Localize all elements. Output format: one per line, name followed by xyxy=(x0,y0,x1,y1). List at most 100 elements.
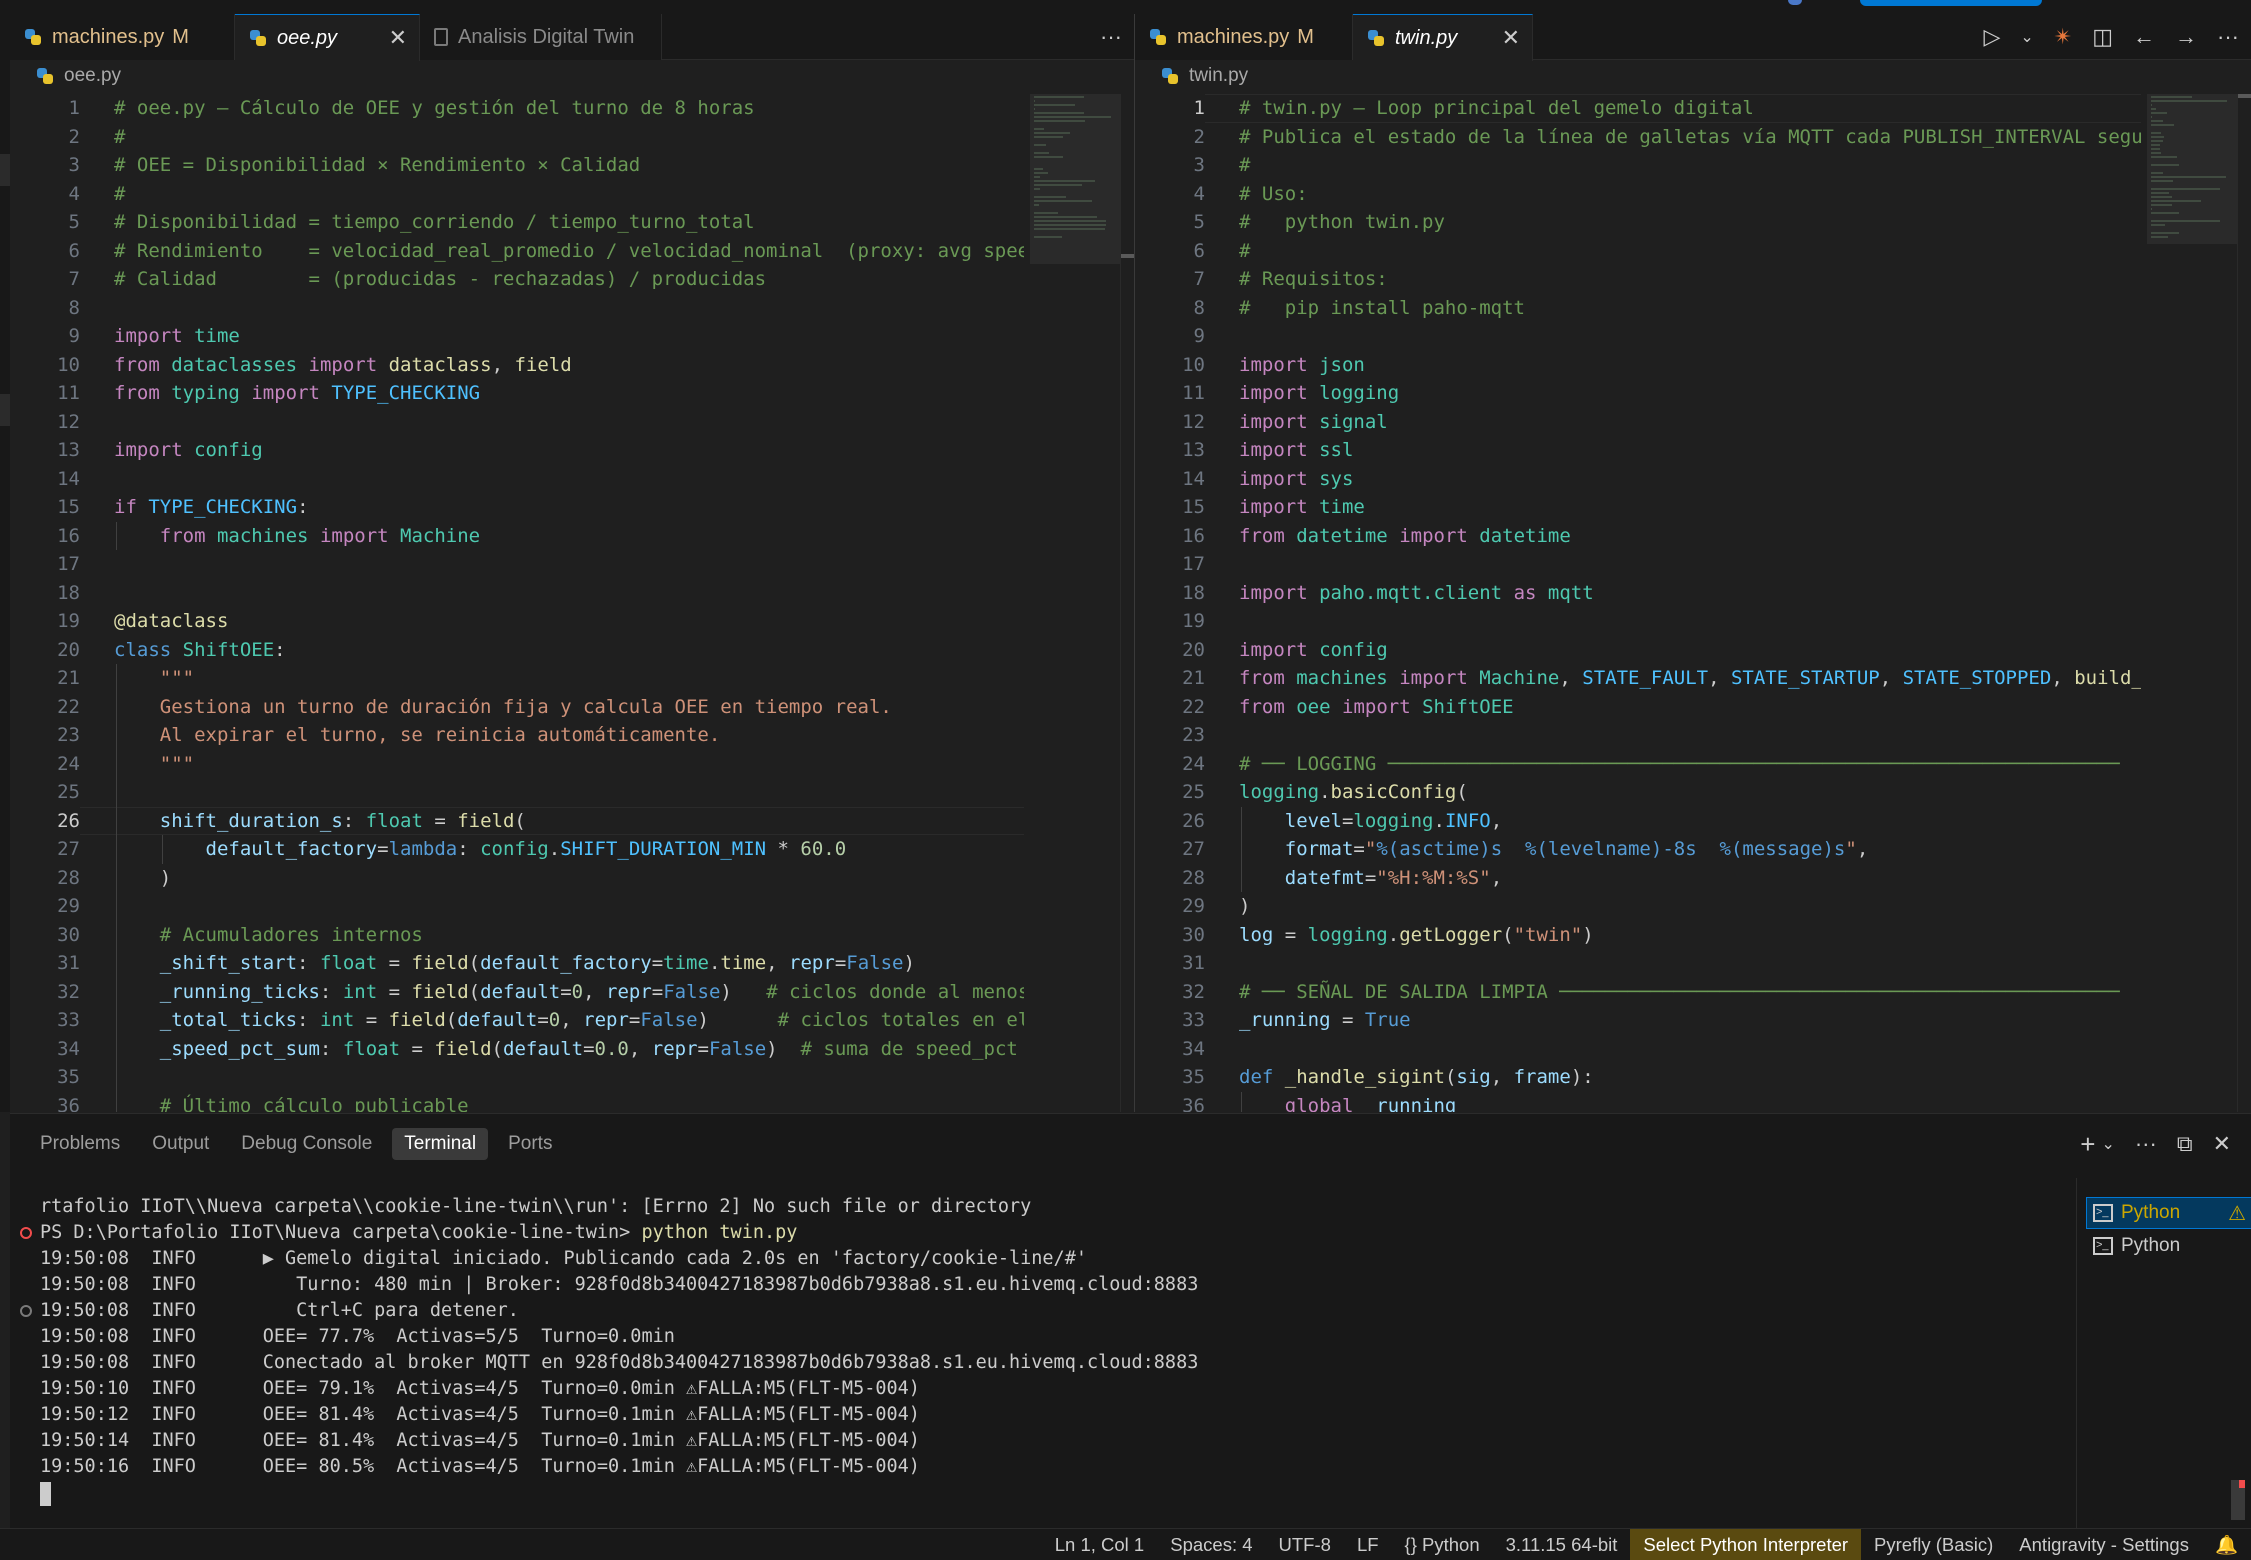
code-line[interactable]: # xyxy=(1239,237,1250,266)
code-line[interactable]: # Publica el estado de la línea de galle… xyxy=(1239,123,2141,152)
more-actions-icon[interactable]: ··· xyxy=(2135,1131,2157,1157)
code-line[interactable]: import time xyxy=(114,322,240,351)
terminal-scrollbar[interactable] xyxy=(2231,1480,2245,1520)
code-line[interactable]: # OEE = Disponibilidad × Rendimiento × C… xyxy=(114,151,640,180)
code-line[interactable]: _total_ticks: int = field(default=0, rep… xyxy=(114,1006,1024,1035)
code-line[interactable]: ) xyxy=(114,864,171,893)
more-actions-icon[interactable]: ··· xyxy=(1100,24,1122,50)
tab-twin-py[interactable]: twin.py ✕ xyxy=(1353,14,1533,61)
code-line[interactable]: global _running xyxy=(1239,1092,1457,1113)
tab-machines-py[interactable]: machines.py M xyxy=(1135,14,1353,60)
more-actions-icon[interactable]: ··· xyxy=(2217,24,2239,50)
terminal-dropdown-icon[interactable]: ⌄ xyxy=(2101,1134,2114,1154)
code-line[interactable]: # python twin.py xyxy=(1239,208,1445,237)
code-line[interactable]: _running_ticks: int = field(default=0, r… xyxy=(114,978,1024,1007)
code-line[interactable]: _speed_pct_sum: float = field(default=0.… xyxy=(114,1035,1018,1064)
code-line[interactable]: import config xyxy=(114,436,263,465)
code-line[interactable]: # ── LOGGING ───────────────────────────… xyxy=(1239,750,2120,779)
code-line[interactable]: # Requisitos: xyxy=(1239,265,1388,294)
code-lines[interactable]: # twin.py — Loop principal del gemelo di… xyxy=(1239,94,2141,1112)
run-dropdown-icon[interactable]: ⌄ xyxy=(2020,27,2033,47)
terminal-item-python[interactable]: >_ Python xyxy=(2087,1231,2251,1261)
antigravity-icon[interactable]: ✴ xyxy=(2054,24,2072,50)
encoding[interactable]: UTF-8 xyxy=(1266,1529,1344,1560)
scrollbar-thumb[interactable] xyxy=(1121,254,1134,258)
code-lines[interactable]: # oee.py — Cálculo de OEE y gestión del … xyxy=(114,94,1024,1112)
command-decoration-icon[interactable] xyxy=(20,1305,32,1317)
antigravity-settings[interactable]: Antigravity - Settings xyxy=(2006,1529,2202,1560)
account-icon[interactable] xyxy=(1788,0,1802,5)
code-line[interactable]: # ── SEÑAL DE SALIDA LIMPIA ────────────… xyxy=(1239,978,2120,1007)
code-line[interactable]: from oee import ShiftOEE xyxy=(1239,693,1514,722)
code-editor-oee[interactable]: 1 2 3 4 5 6 7 8 9 10 11 12 13 14 15 16 17 18 19 20 21 22 23 24 2… xyxy=(10,94,1134,1112)
code-line[interactable]: import paho.mqtt.client as mqtt xyxy=(1239,579,1594,608)
select-interpreter-button[interactable]: Select Python Interpreter xyxy=(1630,1528,1862,1560)
code-line[interactable]: # xyxy=(1239,151,1250,180)
breadcrumb-file[interactable]: oee.py xyxy=(64,65,121,87)
breadcrumb-file[interactable]: twin.py xyxy=(1189,65,1248,87)
code-line[interactable]: log = logging.getLogger("twin") xyxy=(1239,921,1594,950)
code-line[interactable]: from typing import TYPE_CHECKING xyxy=(114,379,480,408)
tab-ports[interactable]: Ports xyxy=(496,1128,564,1160)
terminal-output[interactable]: rtafolio IIoT\\Nueva carpeta\\cookie-lin… xyxy=(10,1194,2076,1524)
code-line[interactable]: Gestiona un turno de duración fija y cal… xyxy=(114,693,892,722)
code-line[interactable]: import json xyxy=(1239,351,1365,380)
code-line[interactable]: # xyxy=(114,180,125,209)
code-line[interactable]: class ShiftOEE: xyxy=(114,636,286,665)
tab-terminal[interactable]: Terminal xyxy=(392,1128,489,1160)
code-line[interactable]: _running = True xyxy=(1239,1006,1411,1035)
code-line[interactable]: """ xyxy=(114,664,194,693)
language-mode[interactable]: {} Python xyxy=(1392,1529,1493,1560)
code-line[interactable]: # xyxy=(114,123,125,152)
code-line[interactable]: # Acumuladores internos xyxy=(114,921,423,950)
maximize-panel-icon[interactable]: ⧉ xyxy=(2177,1131,2193,1157)
tab-debug-console[interactable]: Debug Console xyxy=(229,1128,384,1160)
close-icon[interactable]: ✕ xyxy=(389,25,407,51)
python-version[interactable]: 3.11.15 64-bit xyxy=(1493,1529,1631,1560)
close-panel-icon[interactable]: ✕ xyxy=(2213,1131,2231,1157)
code-line[interactable]: import time xyxy=(1239,493,1365,522)
code-line[interactable]: # twin.py — Loop principal del gemelo di… xyxy=(1239,94,1754,123)
new-terminal-icon[interactable]: + xyxy=(2080,1129,2095,1160)
code-editor-twin[interactable]: 1 2 3 4 5 6 7 8 9 10 11 12 13 14 15 16 17 18 19 20 21 22 23 24 2… xyxy=(1135,94,2251,1112)
code-line[interactable]: import logging xyxy=(1239,379,1399,408)
code-line[interactable]: from machines import Machine, STATE_FAUL… xyxy=(1239,664,2141,693)
close-icon[interactable]: ✕ xyxy=(1502,25,1520,51)
code-line[interactable]: # oee.py — Cálculo de OEE y gestión del … xyxy=(114,94,755,123)
vertical-scrollbar[interactable] xyxy=(1120,94,1134,1112)
tab-machines-py[interactable]: machines.py M xyxy=(10,14,235,60)
vertical-scrollbar[interactable] xyxy=(2237,94,2251,1112)
cursor-position[interactable]: Ln 1, Col 1 xyxy=(1042,1529,1157,1560)
code-line[interactable]: logging.basicConfig( xyxy=(1239,778,1468,807)
forward-icon[interactable]: → xyxy=(2175,24,2197,50)
minimap[interactable] xyxy=(2147,94,2237,1112)
code-line[interactable]: ) xyxy=(1239,892,1250,921)
back-icon[interactable]: ← xyxy=(2133,24,2155,50)
terminal-item-python[interactable]: >_ Python ⚠ xyxy=(2086,1197,2251,1229)
code-line[interactable]: # Disponibilidad = tiempo_corriendo / ti… xyxy=(114,208,755,237)
scrollbar-thumb[interactable] xyxy=(2238,94,2251,98)
code-line[interactable]: from machines import Machine xyxy=(114,522,480,551)
code-line[interactable]: # Calidad = (producidas - rechazadas) / … xyxy=(114,265,766,294)
tab-oee-py[interactable]: oee.py ✕ xyxy=(235,14,420,61)
code-line[interactable]: Al expirar el turno, se reinicia automát… xyxy=(114,721,721,750)
code-line[interactable]: @dataclass xyxy=(114,607,228,636)
tab-output[interactable]: Output xyxy=(140,1128,221,1160)
code-line[interactable]: if TYPE_CHECKING: xyxy=(114,493,309,522)
code-line[interactable]: import config xyxy=(1239,636,1388,665)
code-line[interactable]: import ssl xyxy=(1239,436,1353,465)
code-line[interactable]: from dataclasses import dataclass, field xyxy=(114,351,572,380)
code-line[interactable]: def _handle_sigint(sig, frame): xyxy=(1239,1063,1594,1092)
code-line[interactable]: """ xyxy=(114,750,194,779)
line-ending[interactable]: LF xyxy=(1344,1529,1392,1560)
code-line[interactable]: import sys xyxy=(1239,465,1353,494)
code-line[interactable]: from datetime import datetime xyxy=(1239,522,1571,551)
title-bar-button[interactable] xyxy=(1860,0,2042,6)
code-line[interactable]: import signal xyxy=(1239,408,1388,437)
split-editor-icon[interactable]: ◫ xyxy=(2092,24,2113,50)
minimap[interactable] xyxy=(1030,94,1120,1112)
code-line[interactable]: # pip install paho-mqtt xyxy=(1239,294,1525,323)
code-line[interactable]: # Rendimiento = velocidad_real_promedio … xyxy=(114,237,1024,266)
tab-problems[interactable]: Problems xyxy=(28,1128,132,1160)
notifications-bell-icon[interactable]: 🔔 xyxy=(2202,1529,2251,1560)
